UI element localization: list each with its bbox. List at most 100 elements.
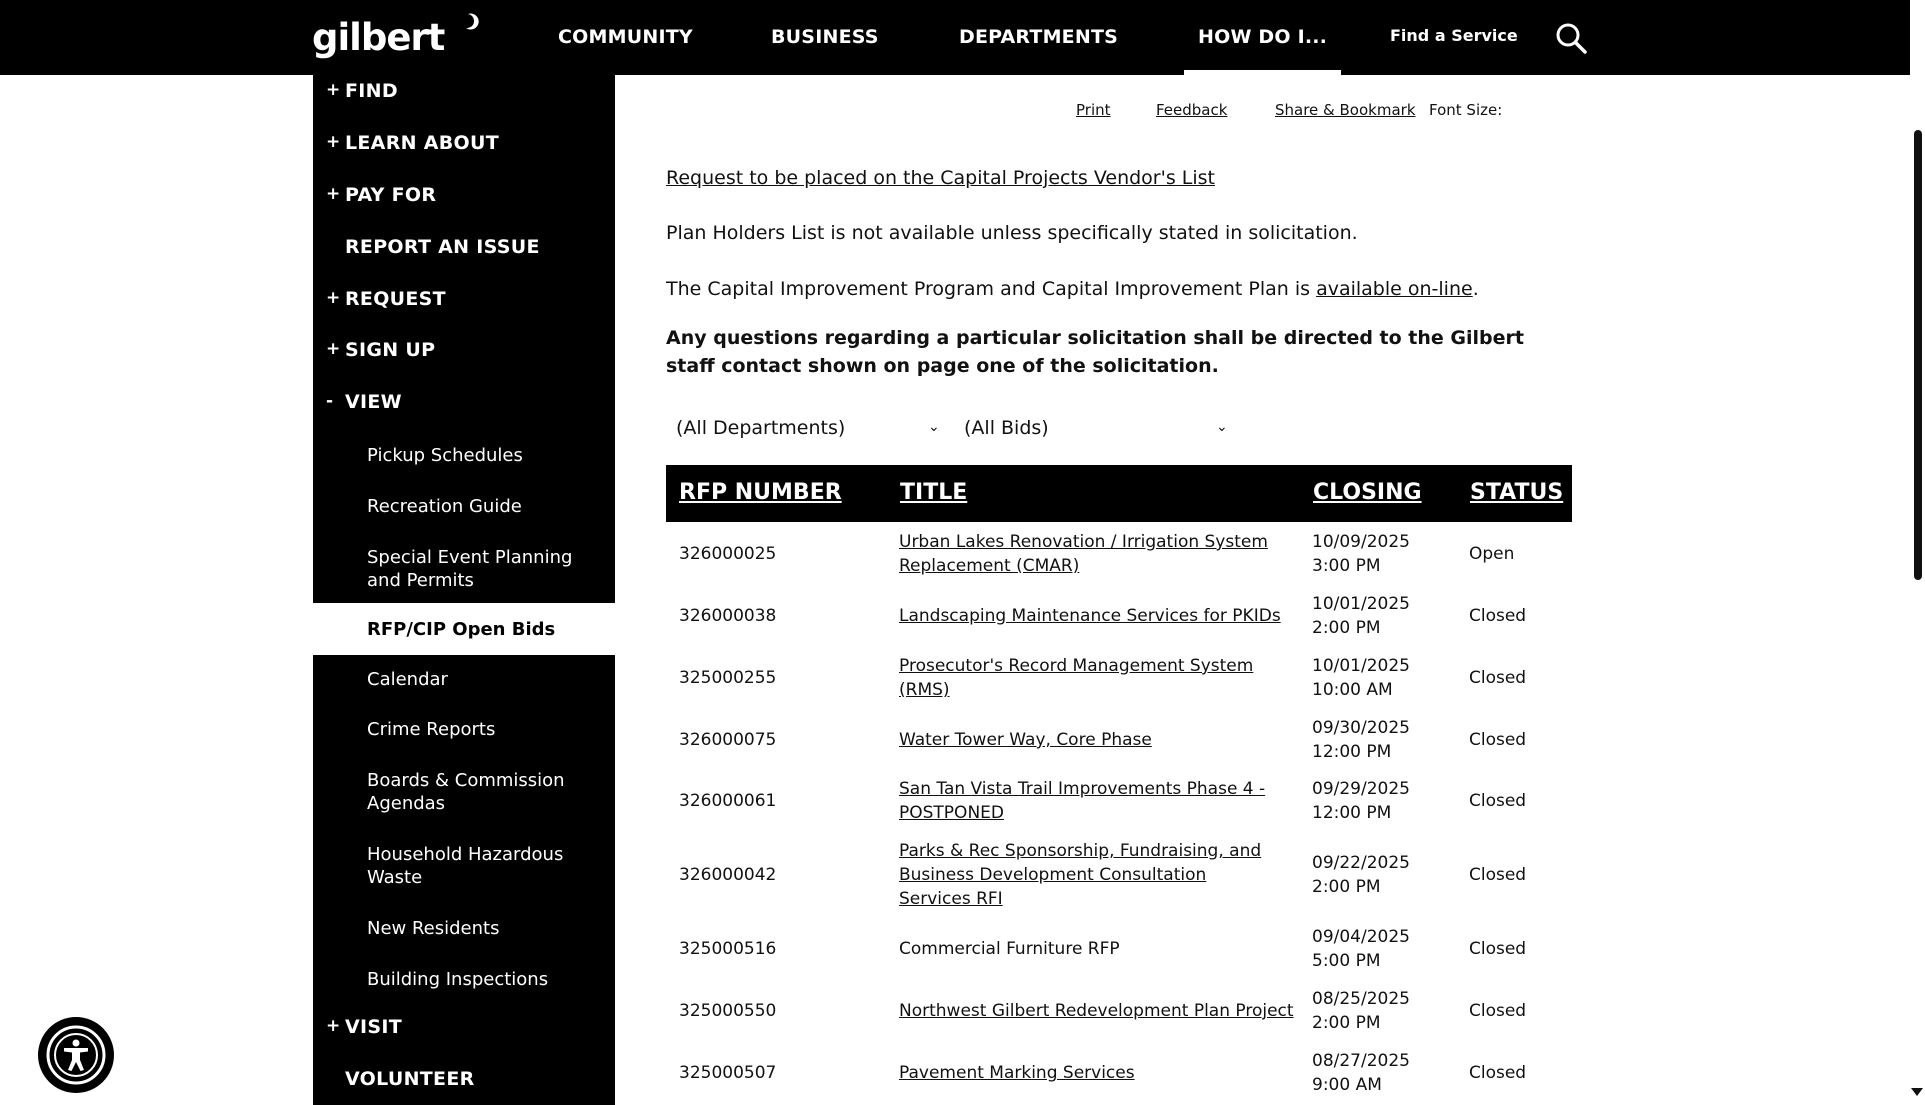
sidebar-subitem-label: Crime Reports (367, 719, 496, 740)
sidebar-subitem-calendar[interactable]: Calendar (313, 665, 615, 713)
sidebar-item-visit[interactable]: + VISIT (313, 1016, 615, 1056)
bid-title: Northwest Gilbert Redevelopment Plan Pro… (899, 999, 1299, 1023)
cip-online-link[interactable]: available on-line (1316, 278, 1473, 300)
bid-title-link[interactable]: San Tan Vista Trail Improvements Phase 4… (899, 779, 1265, 823)
bid-status: Closed (1469, 865, 1527, 885)
rfp-number: 325000550 (679, 1001, 777, 1021)
closing-time: 2:00 PM (1312, 618, 1381, 638)
gilbert-logo[interactable]: gilbert (312, 16, 445, 59)
sidebar-subitem-building-inspections[interactable]: Building Inspections (313, 965, 615, 1013)
expand-icon: + (326, 1016, 341, 1036)
bid-status: Closed (1469, 606, 1527, 626)
department-select[interactable]: (All Departments) ⌄ (676, 417, 946, 447)
bid-title-link[interactable]: Parks & Rec Sponsorship, Fundraising, an… (899, 841, 1261, 909)
closing-date: 09/22/2025 (1312, 853, 1410, 873)
accessibility-button[interactable] (38, 1017, 114, 1093)
closing-time: 2:00 PM (1312, 877, 1381, 897)
nav-business[interactable]: BUSINESS (771, 26, 879, 48)
expand-icon: + (326, 184, 341, 204)
sidebar-subitem-boards-commission[interactable]: Boards & Commission Agendas (313, 766, 615, 838)
sidebar-item-volunteer[interactable]: VOLUNTEER (313, 1068, 615, 1105)
rfp-number: 326000025 (679, 544, 777, 564)
closing-time: 10:00 AM (1312, 680, 1393, 700)
sidebar-item-label: PAY FOR (345, 184, 437, 206)
sidebar-item-pay-for[interactable]: + PAY FOR (313, 184, 615, 224)
closing-time: 2:00 PM (1312, 1013, 1381, 1033)
cip-text-end: . (1472, 278, 1479, 300)
bid-status: Closed (1469, 668, 1527, 688)
sidebar-item-label: REPORT AN ISSUE (345, 236, 540, 258)
sidebar-item-label: FIND (345, 80, 398, 102)
bid-status: Closed (1469, 1063, 1527, 1083)
expand-icon: + (326, 132, 341, 152)
bids-table-header: RFP NUMBER TITLE CLOSING STATUS (666, 465, 1572, 522)
sidebar-item-view[interactable]: - VIEW (313, 391, 615, 431)
closing-date: 10/01/2025 (1312, 656, 1410, 676)
sidebar-item-find[interactable]: + FIND (313, 80, 615, 120)
nav-departments[interactable]: DEPARTMENTS (959, 26, 1118, 48)
rfp-number: 325000516 (679, 939, 777, 959)
closing-date: 10/01/2025 (1312, 594, 1410, 614)
table-row: 325000255 Prosecutor's Record Management… (666, 654, 1572, 702)
rfp-number: 326000042 (679, 865, 777, 885)
bids-select[interactable]: (All Bids) ⌄ (964, 417, 1234, 447)
sidebar-subitem-crime-reports[interactable]: Crime Reports (313, 715, 615, 763)
sidebar-subitem-label: Building Inspections (367, 969, 549, 990)
share-bookmark-link[interactable]: Share & Bookmark (1275, 101, 1416, 119)
bid-status: Closed (1469, 730, 1527, 750)
column-header-rfp-number[interactable]: RFP NUMBER (679, 480, 842, 505)
closing-time: 12:00 PM (1312, 742, 1392, 762)
bid-title-link[interactable]: Urban Lakes Renovation / Irrigation Syst… (899, 532, 1268, 576)
bid-status: Closed (1469, 791, 1527, 811)
closing-time: 5:00 PM (1312, 951, 1381, 971)
scrollbar-thumb[interactable] (1914, 130, 1922, 580)
top-navigation-bar: gilbert COMMUNITY BUSINESS DEPARTMENTS H… (0, 0, 1910, 75)
search-icon[interactable] (1555, 22, 1587, 54)
chevron-down-icon: ⌄ (1216, 419, 1228, 435)
sidebar-item-label: SIGN UP (345, 339, 436, 361)
sidebar-item-label: VIEW (345, 391, 402, 413)
plan-holders-text: Plan Holders List is not available unles… (666, 222, 1358, 244)
sidebar-item-report-an-issue[interactable]: REPORT AN ISSUE (313, 236, 615, 276)
rfp-number: 326000061 (679, 791, 777, 811)
bid-status: Open (1469, 544, 1515, 564)
sidebar-subitem-pickup-schedules[interactable]: Pickup Schedules (313, 441, 615, 489)
vendor-list-link[interactable]: Request to be placed on the Capital Proj… (666, 167, 1215, 189)
column-header-title[interactable]: TITLE (900, 480, 967, 505)
closing-date: 09/29/2025 (1312, 779, 1410, 799)
bid-title: Landscaping Maintenance Services for PKI… (899, 604, 1299, 628)
rfp-number: 326000038 (679, 606, 777, 626)
nav-community[interactable]: COMMUNITY (558, 26, 693, 48)
sidebar-subitem-household-hazardous-waste[interactable]: Household Hazardous Waste (313, 840, 615, 912)
bid-title-link[interactable]: Water Tower Way, Core Phase (899, 730, 1152, 750)
print-link[interactable]: Print (1076, 101, 1111, 119)
closing-date: 08/27/2025 (1312, 1051, 1410, 1071)
feedback-link[interactable]: Feedback (1156, 101, 1227, 119)
sidebar-subitem-label: Household Hazardous Waste (367, 844, 564, 888)
sidebar-subitem-recreation-guide[interactable]: Recreation Guide (313, 492, 615, 540)
bid-title-link[interactable]: Prosecutor's Record Management System (R… (899, 656, 1253, 700)
table-row: 326000061 San Tan Vista Trail Improvemen… (666, 777, 1572, 825)
bid-title-link[interactable]: Landscaping Maintenance Services for PKI… (899, 606, 1281, 626)
sidebar-item-learn-about[interactable]: + LEARN ABOUT (313, 132, 615, 172)
sidebar-menu: + FIND + LEARN ABOUT + PAY FOR REPORT AN… (313, 75, 615, 1105)
sidebar-subitem-rfp-cip-open-bids[interactable]: RFP/CIP Open Bids (313, 603, 615, 655)
bid-title-link[interactable]: Pavement Marking Services (899, 1063, 1135, 1083)
table-row: 326000075 Water Tower Way, Core Phase 09… (666, 716, 1572, 764)
sidebar-item-sign-up[interactable]: + SIGN UP (313, 339, 615, 379)
bid-title: Water Tower Way, Core Phase (899, 728, 1289, 752)
bid-title: San Tan Vista Trail Improvements Phase 4… (899, 777, 1289, 825)
nav-how-do-i[interactable]: HOW DO I... (1183, 26, 1342, 75)
closing-time: 3:00 PM (1312, 556, 1381, 576)
column-header-closing[interactable]: CLOSING (1313, 480, 1422, 505)
sidebar-subitem-new-residents[interactable]: New Residents (313, 914, 615, 962)
sidebar-item-request[interactable]: + REQUEST (313, 288, 615, 328)
column-header-status[interactable]: STATUS (1470, 480, 1563, 505)
rfp-number: 325000507 (679, 1063, 777, 1083)
find-a-service-link[interactable]: Find a Service (1390, 26, 1518, 45)
scroll-down-arrow-icon[interactable] (1911, 1088, 1923, 1096)
closing-date: 08/25/2025 (1312, 989, 1410, 1009)
bid-title: Prosecutor's Record Management System (R… (899, 654, 1259, 702)
bid-title-link[interactable]: Northwest Gilbert Redevelopment Plan Pro… (899, 1001, 1294, 1021)
sidebar-subitem-label: Calendar (367, 669, 448, 690)
